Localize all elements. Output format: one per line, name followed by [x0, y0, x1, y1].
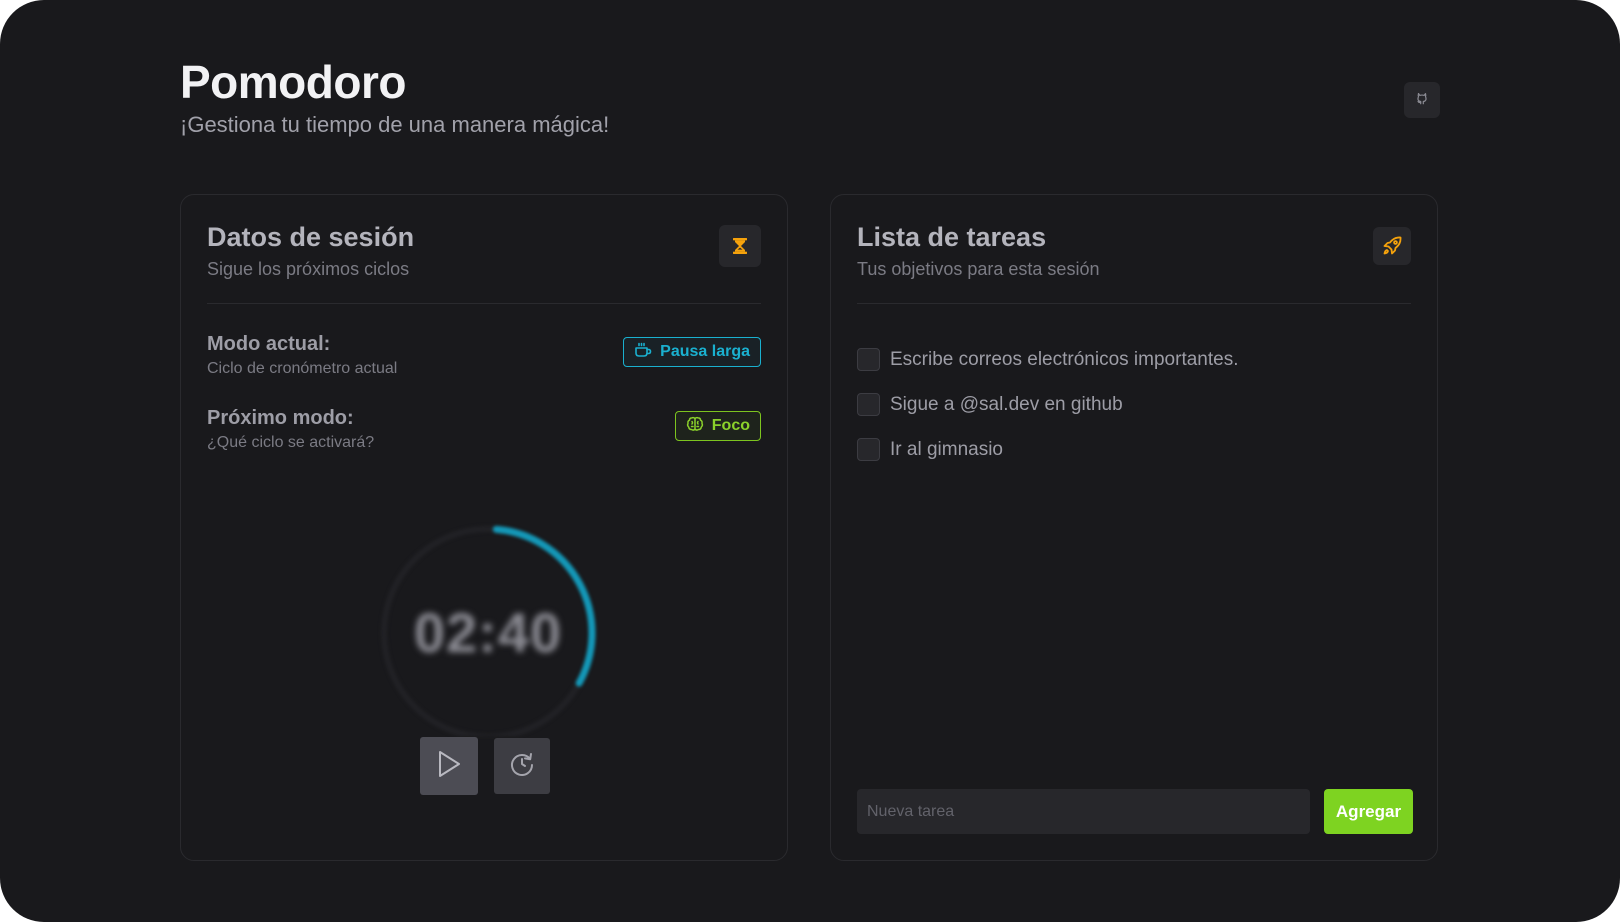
- reset-button[interactable]: [494, 738, 550, 794]
- rocket-icon: [1373, 227, 1411, 265]
- task-label: Escribe correos electrónicos importantes…: [890, 348, 1239, 370]
- play-button[interactable]: [420, 737, 478, 795]
- current-mode: Modo actual: Ciclo de cronómetro actual …: [207, 333, 761, 385]
- session-card: Datos de sesión Sigue los próximos ciclo…: [180, 194, 788, 861]
- github-button[interactable]: [1404, 82, 1440, 118]
- add-task-button[interactable]: Agregar: [1324, 789, 1413, 834]
- brain-icon: [686, 416, 712, 437]
- task-list: Escribe correos electrónicos importantes…: [857, 337, 1411, 472]
- current-mode-badge-label: Pausa larga: [660, 343, 750, 360]
- new-task-input[interactable]: [857, 789, 1310, 834]
- page-header: Pomodoro ¡Gestiona tu tiempo de una mane…: [180, 55, 609, 139]
- task-item[interactable]: Ir al gimnasio: [857, 427, 1411, 472]
- task-checkbox[interactable]: [857, 438, 880, 461]
- current-mode-badge: Pausa larga: [623, 337, 761, 367]
- app-window: Pomodoro ¡Gestiona tu tiempo de una mane…: [0, 0, 1620, 922]
- task-item[interactable]: Escribe correos electrónicos importantes…: [857, 337, 1411, 382]
- tasks-card-header: Lista de tareas Tus objetivos para esta …: [857, 221, 1411, 304]
- next-mode: Próximo modo: ¿Qué ciclo se activará? Fo…: [207, 407, 761, 459]
- task-checkbox[interactable]: [857, 393, 880, 416]
- github-icon: [1415, 91, 1429, 110]
- task-label: Ir al gimnasio: [890, 438, 1003, 460]
- coffee-icon: [634, 342, 660, 363]
- tasks-subtitle: Tus objetivos para esta sesión: [857, 259, 1100, 280]
- timer-display: 02:40: [413, 601, 563, 664]
- page-title: Pomodoro: [180, 56, 406, 108]
- next-mode-badge: Foco: [674, 411, 761, 441]
- hourglass-icon: [719, 225, 761, 267]
- session-card-header: Datos de sesión Sigue los próximos ciclo…: [207, 221, 761, 304]
- session-title: Datos de sesión: [207, 222, 415, 252]
- reset-icon: [508, 750, 536, 783]
- task-checkbox[interactable]: [857, 348, 880, 371]
- tasks-title: Lista de tareas: [857, 222, 1047, 252]
- tasks-card: Lista de tareas Tus objetivos para esta …: [830, 194, 1438, 861]
- task-label: Sigue a @sal.dev en github: [890, 393, 1123, 415]
- next-mode-badge-label: Foco: [711, 417, 750, 434]
- page-subtitle: ¡Gestiona tu tiempo de una manera mágica…: [180, 112, 610, 138]
- play-icon: [436, 749, 462, 784]
- session-subtitle: Sigue los próximos ciclos: [207, 259, 410, 280]
- timer: 02:40: [375, 525, 601, 740]
- task-item[interactable]: Sigue a @sal.dev en github: [857, 382, 1411, 427]
